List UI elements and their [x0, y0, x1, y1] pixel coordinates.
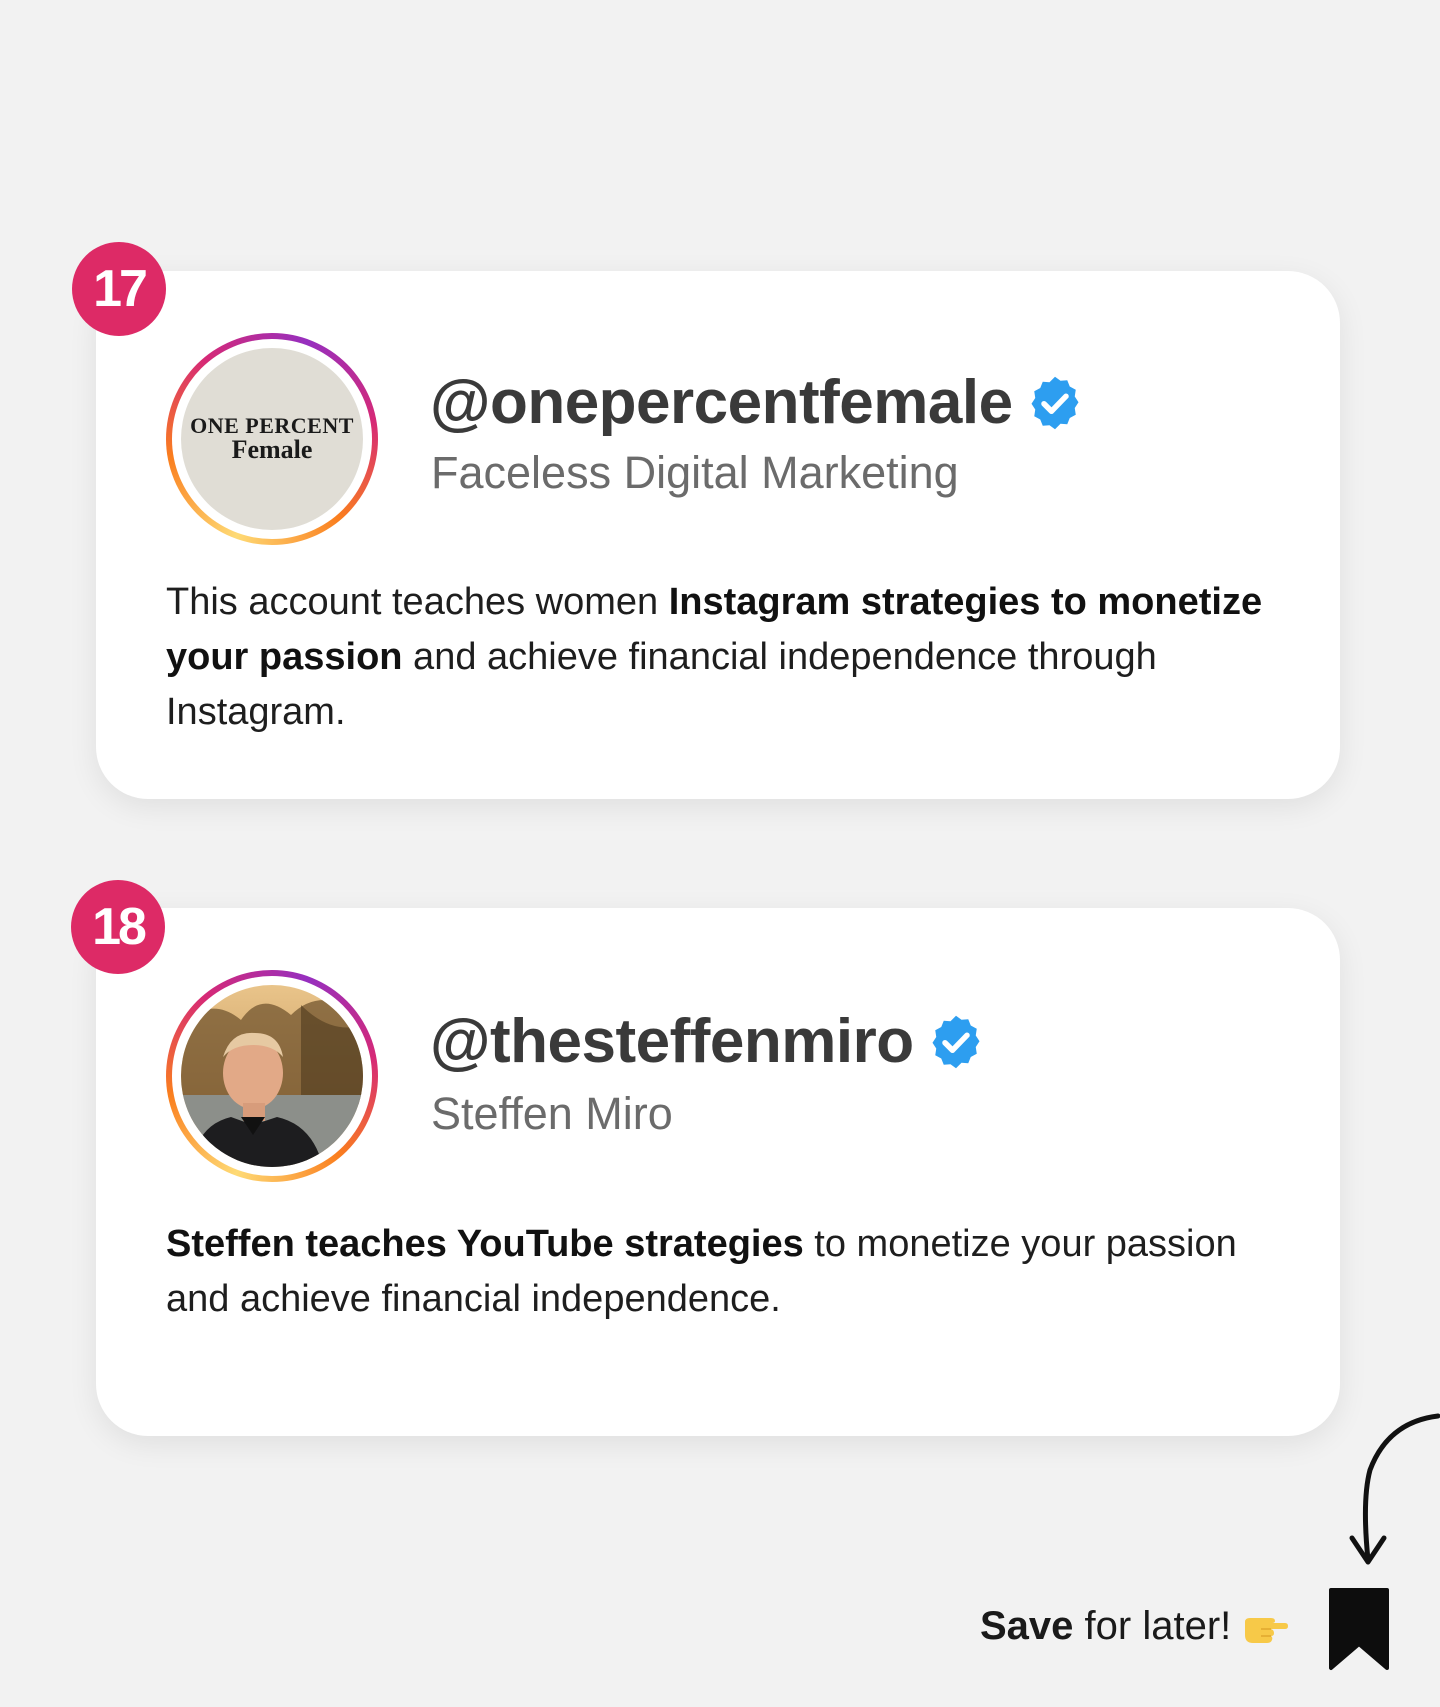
rank-badge-18: 18 — [71, 880, 165, 974]
handle-row: @thesteffenmiro — [430, 1006, 986, 1078]
avatar-frame: ONE PERCENT Female — [172, 339, 372, 539]
avatar-ring — [166, 970, 378, 1182]
account-handle[interactable]: @onepercentfemale — [430, 367, 1013, 439]
bookmark-icon[interactable] — [1327, 1586, 1391, 1672]
verified-badge-icon — [932, 1015, 980, 1069]
curved-arrow-down-icon — [1349, 1413, 1440, 1565]
account-description: Steffen teaches YouTube strategies to mo… — [166, 1217, 1286, 1327]
account-card-onepercentfemale: ONE PERCENT Female @onepercentfemale Fac… — [96, 271, 1340, 799]
verified-badge-icon — [1031, 376, 1079, 430]
handle-row: @onepercentfemale — [430, 367, 1085, 439]
description-bold-text: Steffen teaches YouTube strategies — [166, 1223, 804, 1265]
description-text: This account teaches women — [166, 581, 669, 623]
save-rest-text: for later! — [1073, 1604, 1232, 1648]
account-card-thesteffenmiro: @thesteffenmiro Steffen Miro Steffen tea… — [96, 908, 1340, 1436]
profile-photo — [181, 985, 363, 1167]
avatar-onepercentfemale[interactable]: ONE PERCENT Female — [181, 348, 363, 530]
avatar-frame — [172, 976, 372, 1176]
save-bold-text: Save — [980, 1604, 1074, 1648]
account-subtitle: Faceless Digital Marketing — [431, 447, 959, 498]
avatar-ring: ONE PERCENT Female — [166, 333, 378, 545]
avatar-thesteffenmiro[interactable] — [181, 985, 363, 1167]
account-handle[interactable]: @thesteffenmiro — [430, 1006, 914, 1078]
account-subtitle: Steffen Miro — [431, 1088, 673, 1139]
logo-text-line2: Female — [231, 435, 313, 464]
pointing-right-hand-icon — [1245, 1617, 1289, 1643]
account-description: This account teaches women Instagram str… — [166, 575, 1286, 740]
logo-text-line1: ONE PERCENT — [190, 413, 354, 438]
save-for-later-cta: Save for later! — [980, 1604, 1289, 1649]
rank-badge-17: 17 — [72, 242, 166, 336]
